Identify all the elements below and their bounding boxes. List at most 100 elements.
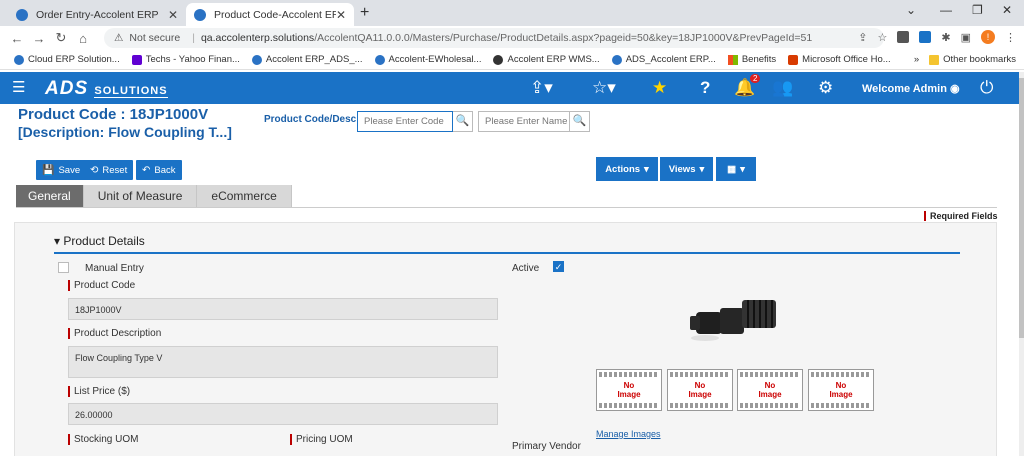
new-tab-button[interactable]: + (360, 4, 369, 22)
chevron-down-icon: ▾ (54, 234, 61, 248)
bookmarks-bar: Cloud ERP Solution... Techs - Yahoo Fina… (0, 50, 1024, 70)
minimize-icon[interactable]: — (940, 3, 952, 17)
tab-ecommerce[interactable]: eCommerce (197, 185, 292, 207)
reload-icon[interactable]: ↻ (50, 30, 72, 46)
bookmarks-right: » Other bookmarks (914, 54, 1016, 65)
search-icon[interactable]: 🔍 (453, 111, 473, 132)
bookmark-item[interactable]: ADS_Accolent ERP... (611, 54, 716, 65)
menu-dots-icon[interactable]: ⋮ (1005, 31, 1016, 44)
bookmark-item[interactable]: Benefits (727, 54, 776, 65)
actions-dropdown[interactable]: Actions ▾ (596, 157, 658, 181)
back-arrow-icon[interactable]: ← (6, 31, 28, 46)
accolent-icon (251, 54, 262, 65)
extension-icon[interactable] (897, 31, 910, 43)
image-thumbnail[interactable]: No Image (737, 369, 803, 411)
reset-icon: ⟲ (90, 164, 99, 176)
app-header: ☰ ADS SOLUTIONS ⇪▾ ☆▾ ★ ? 🔔 2 👥 ⚙ Welcom… (0, 72, 1019, 104)
bookmark-item[interactable]: Accolent ERP_ADS_... (251, 54, 363, 65)
url-path: /AccolentQA11.0.0.0/Masters/Purchase/Pro… (314, 32, 813, 44)
page-scrollbar[interactable] (1019, 72, 1024, 456)
product-code-field[interactable]: 18JP1000V (68, 298, 498, 320)
list-price-label: List Price ($) (68, 386, 130, 397)
users-icon[interactable]: 👥 (772, 78, 793, 98)
product-image[interactable] (688, 290, 784, 346)
bookmark-item[interactable]: Microsoft Office Ho... (788, 54, 891, 65)
sidebar-icon[interactable]: ▣ (961, 31, 971, 44)
url-host: qa.accolenterp.solutions (200, 32, 315, 44)
save-button[interactable]: 💾 Save (36, 160, 87, 180)
bookmark-star-icon[interactable]: ☆ (878, 31, 888, 44)
office-icon (788, 54, 799, 65)
url-separator: | (192, 32, 195, 44)
tab-general[interactable]: General (16, 185, 84, 207)
power-icon[interactable]: ⏻ (980, 78, 993, 98)
home-icon[interactable]: ⌂ (72, 31, 94, 46)
help-icon[interactable]: ? (700, 78, 710, 98)
image-thumbnail[interactable]: No Image (808, 369, 874, 411)
manual-entry-checkbox[interactable] (58, 262, 69, 273)
more-bookmarks-button[interactable]: » (914, 54, 919, 65)
manage-images-link[interactable]: Manage Images (596, 429, 661, 439)
favorite-outline-icon[interactable]: ☆▾ (592, 78, 616, 98)
share-icon[interactable]: ⇪ (858, 31, 867, 44)
bookmark-item[interactable]: Accolent ERP WMS... (493, 54, 600, 65)
name-search-group: 🔍 (478, 111, 590, 132)
product-search-label: Product Code/Desc (264, 114, 357, 125)
primary-vendor-label: Primary Vendor (512, 441, 581, 452)
image-thumbnail[interactable]: No Image (596, 369, 662, 411)
product-description-field[interactable]: Flow Coupling Type V (68, 346, 498, 378)
extension-icon[interactable] (919, 31, 932, 43)
close-icon[interactable]: ✕ (336, 8, 346, 22)
profile-avatar[interactable]: ! (981, 30, 995, 44)
other-bookmarks[interactable]: Other bookmarks (929, 54, 1016, 65)
page-tabs: General Unit of Measure eCommerce (16, 185, 292, 207)
folder-icon (929, 54, 940, 65)
warning-icon[interactable]: ⚠ (114, 32, 123, 44)
calendar-dropdown[interactable]: ▦ ▾ (716, 157, 756, 181)
scrollbar-thumb[interactable] (1019, 78, 1024, 338)
list-price-field[interactable]: 26.00000 (68, 403, 498, 425)
tab-unit-of-measure[interactable]: Unit of Measure (83, 185, 198, 207)
url-field[interactable]: ⚠ Not secure | qa.accolenterp.solutions /… (104, 28, 884, 48)
browser-tab-title: Product Code-Accolent ERP (214, 8, 336, 21)
product-description-label: Product Description (68, 328, 161, 339)
hamburger-menu-icon[interactable]: ☰ (12, 78, 25, 96)
active-label: Active (512, 263, 540, 274)
reset-button[interactable]: ⟲ Reset (84, 160, 134, 180)
notification-badge: 2 (750, 74, 761, 83)
page-title-description: [Description: Flow Coupling T...] (18, 124, 232, 140)
favorite-star-icon[interactable]: ★ (652, 78, 667, 98)
caret-down-icon: ▾ (699, 163, 705, 175)
caret-down-icon: ▾ (644, 163, 649, 175)
puzzle-icon[interactable]: ✱ (941, 31, 950, 44)
caret-down-icon: ▾ (740, 163, 745, 175)
yahoo-icon (131, 54, 142, 65)
code-search-group: 🔍 (357, 111, 473, 132)
user-icon: ◉ (950, 83, 960, 95)
product-details-header[interactable]: ▾ Product Details (54, 234, 145, 248)
browser-tab-product-code[interactable]: Product Code-Accolent ERP ✕ (186, 3, 354, 26)
bookmark-item[interactable]: Techs - Yahoo Finan... (131, 54, 240, 65)
bookmark-item[interactable]: Cloud ERP Solution... (14, 54, 120, 65)
restore-icon[interactable]: ❐ (972, 3, 983, 17)
bookmark-item[interactable]: Accolent-EWholesal... (374, 54, 481, 65)
stocking-uom-label: Stocking UOM (68, 434, 138, 445)
forward-arrow-icon[interactable]: → (28, 31, 50, 46)
welcome-user[interactable]: Welcome Admin ◉ (862, 82, 960, 95)
microsoft-icon (727, 54, 738, 65)
chevron-down-icon[interactable]: ⌄ (906, 3, 916, 17)
search-icon[interactable]: 🔍 (570, 111, 590, 132)
ads-logo[interactable]: ADS SOLUTIONS (45, 78, 168, 100)
browser-tab-order-entry[interactable]: Order Entry-Accolent ERP ✕ (8, 3, 186, 26)
code-search-input[interactable] (357, 111, 453, 132)
image-thumbnail[interactable]: No Image (667, 369, 733, 411)
name-search-input[interactable] (478, 111, 570, 132)
share-export-icon[interactable]: ⇪▾ (530, 78, 553, 98)
tab-divider (16, 207, 997, 208)
back-button[interactable]: ↶ Back (136, 160, 182, 180)
gear-icon[interactable]: ⚙ (818, 78, 833, 98)
close-window-icon[interactable]: ✕ (1002, 3, 1012, 17)
active-checkbox[interactable]: ✓ (553, 261, 564, 272)
close-icon[interactable]: ✕ (168, 8, 178, 22)
views-dropdown[interactable]: Views ▾ (660, 157, 713, 181)
